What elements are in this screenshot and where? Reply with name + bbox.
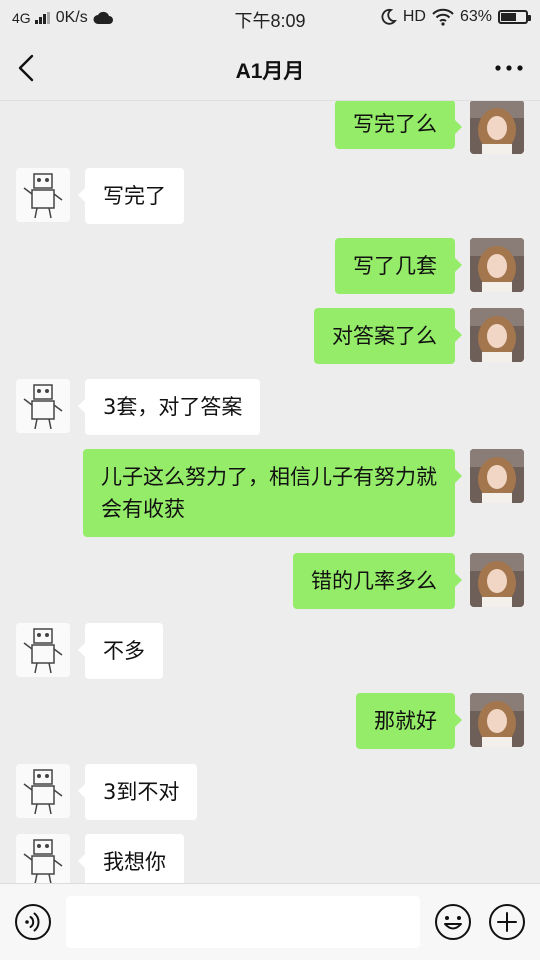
contact-avatar[interactable] — [16, 764, 70, 818]
robot-avatar-icon — [16, 623, 70, 677]
status-bar: 4G 0K/s 下午8:09 HD 63% — [0, 0, 540, 36]
user-avatar[interactable] — [470, 308, 524, 362]
message-bubble-received[interactable]: 不多 — [78, 623, 163, 679]
user-avatar[interactable] — [470, 693, 524, 747]
user-photo-icon — [470, 238, 524, 292]
message-bubble-sent[interactable]: 那就好 — [356, 693, 462, 749]
message-bubble-sent[interactable]: 儿子这么努力了，相信儿子有努力就会有收获 — [83, 449, 462, 537]
message-bubble-sent[interactable]: 写了几套 — [335, 238, 462, 294]
chat-title: A1月月 — [235, 60, 305, 83]
voice-icon — [15, 904, 51, 940]
contact-avatar[interactable] — [16, 623, 70, 677]
message-bubble-sent[interactable]: 错的几率多么 — [293, 553, 462, 609]
message-bubble-received[interactable]: 3到不对 — [77, 764, 198, 820]
user-avatar[interactable] — [470, 553, 524, 607]
chat-screen: 4G 0K/s 下午8:09 HD 63% A1月月 写完了么 写完了 写了几套… — [0, 0, 540, 960]
user-avatar[interactable] — [470, 238, 524, 292]
user-photo-icon — [470, 449, 524, 503]
moon-icon — [381, 8, 397, 25]
robot-avatar-icon — [16, 379, 70, 433]
robot-avatar-icon — [16, 764, 70, 818]
user-photo-icon — [470, 308, 524, 362]
user-photo-icon — [470, 101, 524, 154]
robot-avatar-icon — [16, 168, 70, 222]
user-avatar[interactable] — [470, 101, 524, 154]
user-photo-icon — [470, 693, 524, 747]
voice-button[interactable] — [14, 903, 52, 941]
emoji-button[interactable] — [434, 903, 472, 941]
hd-label: HD — [402, 8, 426, 25]
more-button[interactable] — [492, 52, 526, 84]
emoji-icon — [435, 904, 471, 940]
contact-avatar[interactable] — [16, 168, 70, 222]
battery-icon — [498, 10, 531, 24]
message-input[interactable] — [66, 896, 420, 948]
input-bar — [0, 883, 540, 960]
status-right: HD 63% — [379, 8, 531, 26]
message-bubble-received[interactable]: 我想你 — [78, 834, 184, 883]
message-bubble-received[interactable]: 3套，对了答案 — [77, 379, 261, 435]
contact-avatar[interactable] — [16, 379, 70, 433]
more-dots-icon — [495, 65, 523, 71]
message-bubble-sent[interactable]: 对答案了么 — [314, 308, 462, 364]
plus-icon — [489, 904, 525, 940]
battery-level — [501, 13, 516, 21]
plus-button[interactable] — [488, 903, 526, 941]
message-list[interactable]: 写完了么 写完了 写了几套 对答案了么 3套，对了答案 儿子这么努力了，相信儿子… — [0, 101, 540, 883]
robot-avatar-icon — [16, 834, 70, 883]
chat-header: A1月月 — [0, 36, 540, 101]
wifi-icon — [432, 8, 454, 26]
user-photo-icon — [470, 553, 524, 607]
contact-avatar[interactable] — [16, 834, 70, 883]
battery-percent: 63% — [459, 8, 492, 25]
user-avatar[interactable] — [470, 449, 524, 503]
message-bubble-sent[interactable]: 写完了么 — [335, 101, 462, 149]
message-bubble-received[interactable]: 写完了 — [78, 168, 184, 224]
